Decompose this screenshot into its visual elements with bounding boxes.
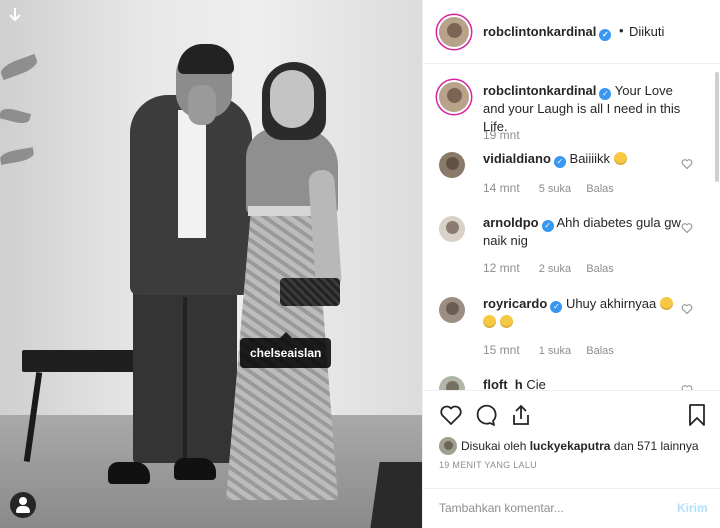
arrow-down-icon[interactable]	[4, 4, 26, 26]
post-actions: Disukai oleh luckyekaputra dan 571 lainn…	[423, 390, 720, 488]
grimace-emoji-icon	[499, 315, 513, 328]
comment-meta: 12 mnt 2 suka Balas	[483, 261, 626, 275]
comment-likes[interactable]: 2 suka	[539, 263, 571, 275]
verified-badge-icon: ✓	[599, 88, 612, 100]
comment-input[interactable]: Tambahkan komentar...	[439, 501, 564, 515]
woman-face	[270, 70, 314, 128]
shoe	[174, 458, 216, 480]
caption: robclintonkardinal ✓ Your Love and your L…	[423, 80, 713, 142]
comment-meta: 14 mnt 5 suka Balas	[483, 181, 626, 195]
comment-text: floft_h Cie	[483, 376, 683, 390]
post-sidebar: robclintonkardinal ✓ • Diikuti robclinton…	[422, 0, 720, 528]
likes-prefix: Disukai oleh	[461, 439, 527, 453]
add-comment-bar: Tambahkan komentar... Kirim	[423, 488, 720, 528]
commenter-username[interactable]: floft_h	[483, 377, 523, 390]
comment-icon[interactable]	[473, 403, 497, 427]
likes-summary: Disukai oleh luckyekaputra dan 571 lainn…	[439, 437, 699, 455]
comment-body: Baiiiikk	[569, 151, 610, 166]
commenter-avatar[interactable]	[439, 297, 465, 323]
verified-badge-icon: ✓	[550, 301, 563, 313]
author-username[interactable]: robclintonkardinal	[483, 83, 596, 98]
liker-avatar[interactable]	[439, 437, 457, 455]
comment-like-icon[interactable]	[681, 158, 693, 170]
comments-list[interactable]: robclintonkardinal ✓ Your Love and your L…	[423, 64, 720, 390]
separator-dot: •	[619, 23, 624, 38]
list-item: arnoldpo ✓ Ahh diabetes gula gw naik nig …	[423, 214, 713, 280]
man-hand	[188, 85, 216, 125]
photo-mat	[370, 462, 422, 528]
comment-text: vidialdiano ✓ Baiiiikk	[483, 150, 683, 168]
commenter-avatar[interactable]	[439, 216, 465, 242]
caption-meta: 19 mnt	[483, 128, 536, 142]
commenter-username[interactable]: arnoldpo	[483, 215, 539, 230]
grin-emoji-icon	[613, 152, 627, 165]
comment-like-icon[interactable]	[681, 222, 693, 234]
commenter-username[interactable]: vidialdiano	[483, 151, 551, 166]
reply-button[interactable]: Balas	[586, 263, 614, 275]
verified-badge-icon: ✓	[553, 156, 566, 168]
comment-likes[interactable]: 5 suka	[539, 183, 571, 195]
comment-time[interactable]: 14 mnt	[483, 181, 520, 195]
comment-time[interactable]: 15 mnt	[483, 343, 520, 357]
comment-meta: 15 mnt 1 suka Balas	[483, 343, 626, 357]
tagged-users-icon[interactable]	[10, 492, 36, 518]
post-header: robclintonkardinal ✓ • Diikuti	[423, 0, 720, 64]
commenter-avatar[interactable]	[439, 376, 465, 390]
comment-text: arnoldpo ✓ Ahh diabetes gula gw naik nig	[483, 214, 683, 250]
likes-others[interactable]: dan 571 lainnya	[614, 439, 699, 453]
author-avatar[interactable]	[439, 17, 469, 47]
post-timestamp[interactable]: 19 MENIT YANG LALU	[439, 460, 537, 470]
follow-status-button[interactable]: Diikuti	[629, 24, 664, 39]
comment-time[interactable]: 12 mnt	[483, 261, 520, 275]
commenter-username[interactable]: royricardo	[483, 296, 547, 311]
comment-likes[interactable]: 1 suka	[539, 345, 571, 357]
verified-badge-icon: ✓	[599, 29, 612, 41]
caption-time[interactable]: 19 mnt	[483, 128, 520, 142]
share-icon[interactable]	[509, 403, 533, 427]
man-pants	[133, 285, 237, 463]
list-item: floft_h Cie	[423, 376, 713, 390]
grimace-emoji-icon	[483, 315, 496, 328]
shoe	[108, 462, 150, 484]
reply-button[interactable]: Balas	[586, 345, 614, 357]
comment-body: Uhuy akhirnyaa	[565, 296, 657, 311]
grimace-emoji-icon	[659, 297, 673, 310]
list-item: royricardo ✓ Uhuy akhirnyaa 15 mnt 1 suka…	[423, 295, 713, 361]
reply-button[interactable]: Balas	[586, 183, 614, 195]
comments-scrollbar[interactable]	[715, 72, 719, 182]
verified-badge-icon: ✓	[541, 220, 554, 232]
man-shirt	[178, 110, 206, 238]
photo-user-tag[interactable]: chelseaislan	[240, 332, 332, 368]
author-avatar[interactable]	[439, 82, 469, 112]
commenter-avatar[interactable]	[439, 152, 465, 178]
clutch-bag	[280, 278, 340, 306]
comment-body: Cie	[526, 377, 546, 390]
send-button[interactable]: Kirim	[677, 501, 708, 515]
comment-text: royricardo ✓ Uhuy akhirnyaa	[483, 295, 683, 331]
post-photo[interactable]: chelseaislan	[0, 0, 422, 528]
heart-icon[interactable]	[439, 403, 463, 427]
author-username[interactable]: robclintonkardinal ✓	[483, 24, 612, 41]
comment-like-icon[interactable]	[681, 303, 693, 315]
liker-username[interactable]: luckyekaputra	[530, 439, 611, 453]
list-item: vidialdiano ✓ Baiiiikk 14 mnt 5 suka Bala…	[423, 150, 713, 200]
bookmark-icon[interactable]	[685, 403, 709, 427]
